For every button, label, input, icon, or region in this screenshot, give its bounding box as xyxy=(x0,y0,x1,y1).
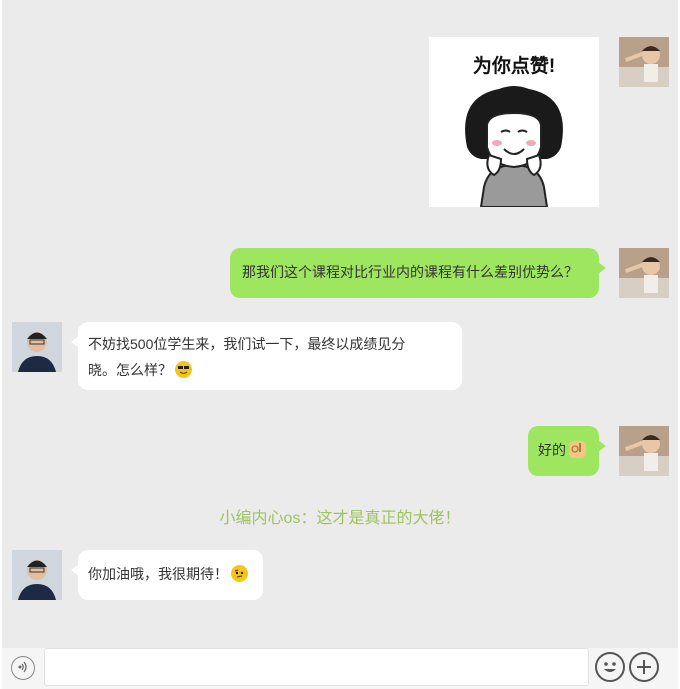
message-text: 那我们这个课程对比行业内的课程有什么差别优势么？ xyxy=(242,264,578,280)
message-bubble-sent[interactable]: 好的 xyxy=(528,426,606,476)
message-bubble-received[interactable]: 不妨找500位学生来，我们试一下，最终以成绩见分 晓。怎么样？ xyxy=(71,322,462,390)
narration-text: 小编内心os：这才是真正的大佬！ xyxy=(219,510,461,527)
ok-hand-emoji-icon xyxy=(569,441,586,458)
message-text: 你加油哦，我很期待！ xyxy=(88,566,228,582)
input-bar xyxy=(2,648,678,689)
message-bubble-received[interactable]: 你加油哦，我很期待！ xyxy=(71,550,263,600)
child-photo-icon xyxy=(619,426,669,476)
man-photo-icon xyxy=(12,322,62,372)
my-avatar[interactable] xyxy=(619,37,669,87)
meme-face-icon xyxy=(465,86,563,207)
smirk-emoji-icon xyxy=(231,565,248,582)
my-avatar[interactable] xyxy=(619,248,669,298)
message-text: 好的 xyxy=(538,442,566,458)
plus-icon[interactable] xyxy=(629,652,659,682)
sticker-message[interactable]: 为你点赞! xyxy=(429,37,599,207)
contact-avatar[interactable] xyxy=(12,550,62,600)
sunglasses-emoji-icon xyxy=(175,361,192,378)
message-text-line: 不妨找500位学生来，我们试一下，最终以成绩见分 xyxy=(88,336,406,352)
contact-avatar[interactable] xyxy=(12,322,62,372)
chat-area[interactable]: 为你点赞! 那我们这个课程对比行业内的课程有什么差别优势么？ 不妨找500位学生… xyxy=(2,0,678,648)
message-input[interactable] xyxy=(44,648,589,686)
emoji-icon[interactable] xyxy=(595,652,625,682)
my-avatar[interactable] xyxy=(619,426,669,476)
message-text-line: 晓。怎么样？ xyxy=(88,362,172,378)
man-photo-icon xyxy=(12,550,62,600)
child-photo-icon xyxy=(619,37,669,87)
voice-icon[interactable] xyxy=(11,656,35,680)
message-bubble-sent[interactable]: 那我们这个课程对比行业内的课程有什么差别优势么？ xyxy=(230,248,606,298)
child-photo-icon xyxy=(619,248,669,298)
